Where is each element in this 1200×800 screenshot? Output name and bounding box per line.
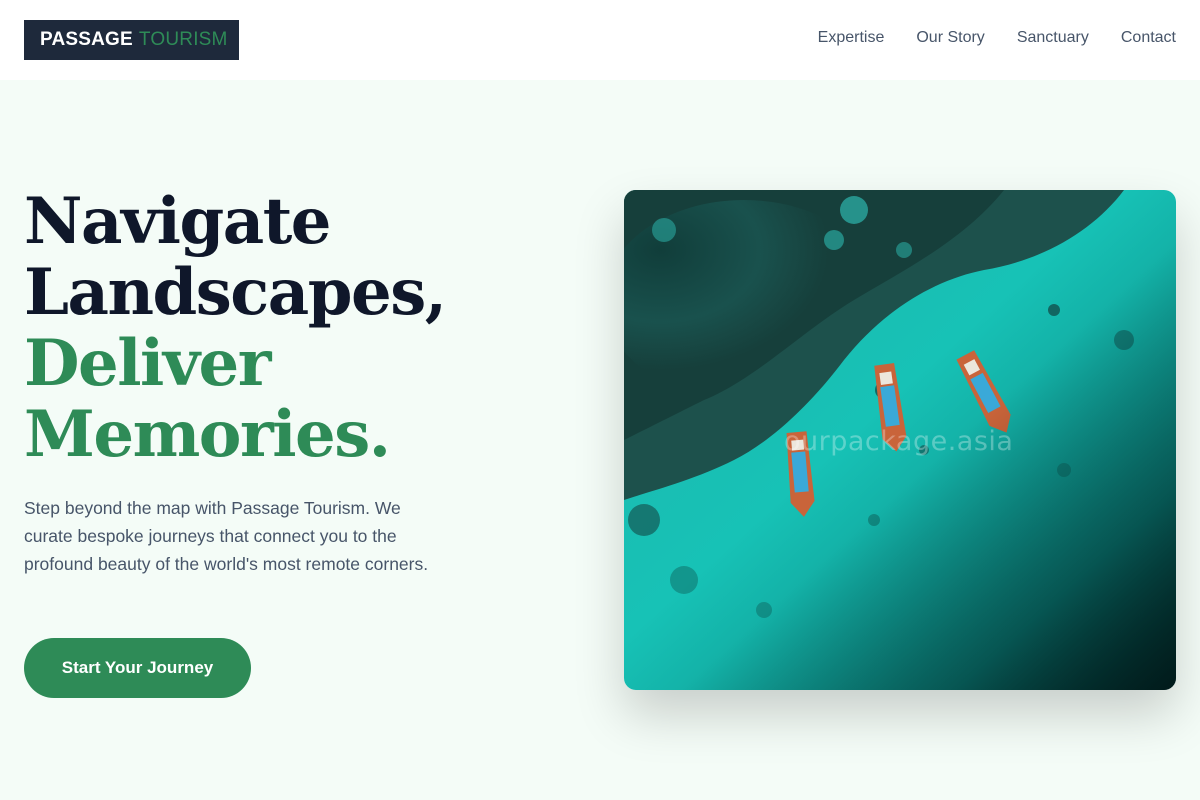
main-nav: Expertise Our Story Sanctuary Contact [818,29,1176,47]
nav-link-sanctuary[interactable]: Sanctuary [1017,29,1089,47]
hero-title-line-1: Navigate [24,184,331,259]
hero-title: Navigate Landscapes, Deliver Memories. [24,186,584,470]
nav-link-contact[interactable]: Contact [1121,29,1176,47]
nav-link-our-story[interactable]: Our Story [916,29,984,47]
start-journey-button[interactable]: Start Your Journey [24,638,251,698]
hero-title-line-2: Landscapes, [24,255,447,330]
hero-title-line-3: Deliver [24,326,271,401]
brand-name-accent: TOURISM [138,29,228,50]
hero-description: Step beyond the map with Passage Tourism… [24,498,429,574]
site-header: PASSAGE TOURISM Expertise Our Story Sanc… [0,0,1200,80]
brand-logo[interactable]: PASSAGE TOURISM [24,20,239,60]
brand-name-primary: PASSAGE [40,29,133,50]
hero-image: ourpackage.asia [624,190,1176,690]
nav-link-expertise[interactable]: Expertise [818,29,885,47]
hero-title-line-4: Memories. [24,397,391,472]
image-watermark: ourpackage.asia [784,426,1014,457]
